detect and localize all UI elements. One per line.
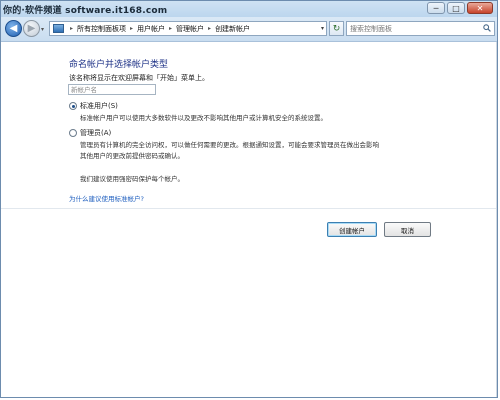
- page-title: 命名帐户并选择帐户类型: [69, 60, 169, 70]
- breadcrumb-separator: ▸: [208, 25, 212, 32]
- administrator-description-line-2: 其他用户的更改前提供密码或确认。: [80, 152, 184, 160]
- refresh-button[interactable]: ↻: [329, 21, 344, 36]
- maximize-button[interactable]: □: [447, 2, 465, 14]
- breadcrumb-user-accounts[interactable]: 用户帐户: [136, 24, 166, 34]
- forward-button[interactable]: ▶: [23, 20, 40, 37]
- create-account-button[interactable]: 创建帐户: [327, 222, 377, 237]
- control-panel-window: 你的·软件频道 software.it168.com ─ □ ✕ ◀ ▶ ▾ ▸…: [0, 0, 498, 398]
- forward-arrow-icon: ▶: [27, 23, 36, 34]
- name-instruction: 该名称将显示在欢迎屏幕和「开始」菜单上。: [69, 74, 209, 82]
- search-icon[interactable]: [483, 24, 491, 32]
- title-bar: 你的·软件频道 software.it168.com ─ □ ✕: [1, 1, 497, 17]
- minimize-button[interactable]: ─: [427, 2, 445, 14]
- cancel-button[interactable]: 取消: [384, 222, 431, 237]
- search-input[interactable]: [350, 23, 470, 35]
- site-watermark: 你的·软件频道 software.it168.com: [3, 6, 168, 16]
- password-recommendation: 我们建议使用强密码保护每个帐户。: [80, 175, 184, 183]
- back-arrow-icon: ◀: [9, 23, 18, 34]
- account-name-field[interactable]: [68, 84, 156, 95]
- standard-user-description: 标准帐户用户可以使用大多数软件以及更改不影响其他用户或计算机安全的系统设置。: [80, 114, 327, 122]
- navigation-bar: ◀ ▶ ▾ ▸ 所有控制面板项 ▸ 用户帐户 ▸ 管理帐户 ▸ 创建新帐户 ▾ …: [1, 17, 497, 42]
- breadcrumb-create-account[interactable]: 创建新帐户: [214, 24, 251, 34]
- breadcrumb-manage-accounts[interactable]: 管理帐户: [175, 24, 205, 34]
- standard-user-radio[interactable]: [69, 102, 77, 110]
- window-edge: [496, 42, 497, 397]
- administrator-label[interactable]: 管理员(A): [80, 128, 111, 138]
- administrator-radio[interactable]: [69, 129, 77, 137]
- refresh-icon: ↻: [332, 23, 341, 34]
- back-button[interactable]: ◀: [5, 20, 22, 37]
- breadcrumb-separator: ▸: [130, 25, 134, 32]
- standard-user-label[interactable]: 标准用户(S): [80, 101, 118, 111]
- address-dropdown-icon[interactable]: ▾: [321, 25, 324, 32]
- why-standard-account-link[interactable]: 为什么建议使用标准帐户?: [69, 193, 144, 203]
- search-box[interactable]: [346, 21, 495, 36]
- main-content: 命名帐户并选择帐户类型 该名称将显示在欢迎屏幕和「开始」菜单上。 标准用户(S)…: [1, 42, 497, 397]
- breadcrumb-separator: ▸: [70, 25, 74, 32]
- window-controls: ─ □ ✕: [427, 2, 493, 14]
- divider: [1, 208, 497, 209]
- control-panel-icon: [53, 24, 64, 33]
- recent-pages-dropdown[interactable]: ▾: [41, 26, 44, 33]
- address-bar[interactable]: ▸ 所有控制面板项 ▸ 用户帐户 ▸ 管理帐户 ▸ 创建新帐户 ▾: [49, 21, 327, 36]
- breadcrumb-separator: ▸: [169, 25, 173, 32]
- breadcrumb-all-control-panel-items[interactable]: 所有控制面板项: [76, 24, 127, 34]
- close-button[interactable]: ✕: [467, 2, 493, 14]
- administrator-description-line-1: 管理员有计算机的完全访问权，可以做任何需要的更改。根据通知设置，可能会要求管理员…: [80, 141, 379, 149]
